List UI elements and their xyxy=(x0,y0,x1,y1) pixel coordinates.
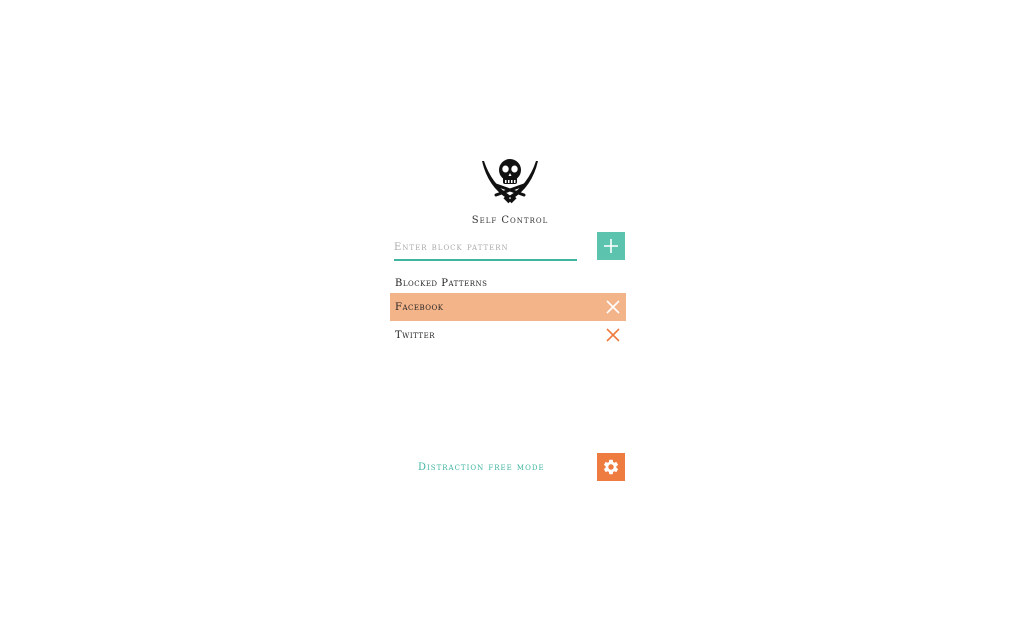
block-pattern-field[interactable] xyxy=(394,235,577,261)
distraction-free-mode-link[interactable]: Distraction free mode xyxy=(418,462,545,473)
block-pattern-input[interactable] xyxy=(394,236,577,259)
settings-button[interactable] xyxy=(597,453,625,481)
blocked-patterns-list: Facebook Twitter xyxy=(390,293,626,349)
gear-icon xyxy=(603,459,619,475)
list-item-label: Facebook xyxy=(395,301,444,313)
close-icon[interactable] xyxy=(606,328,620,342)
close-icon[interactable] xyxy=(606,300,620,314)
list-item-twitter: Twitter xyxy=(390,321,626,349)
add-pattern-button[interactable] xyxy=(597,232,625,260)
plus-icon xyxy=(604,239,618,253)
blocked-patterns-heading: Blocked Patterns xyxy=(395,278,488,289)
list-item-facebook: Facebook xyxy=(390,293,626,321)
app-title: Self Control xyxy=(471,215,549,226)
jolly-roger-logo-icon xyxy=(482,159,538,204)
popup-panel: Self Control Blocked Patterns Facebook T… xyxy=(390,155,626,485)
list-item-label: Twitter xyxy=(395,329,435,341)
